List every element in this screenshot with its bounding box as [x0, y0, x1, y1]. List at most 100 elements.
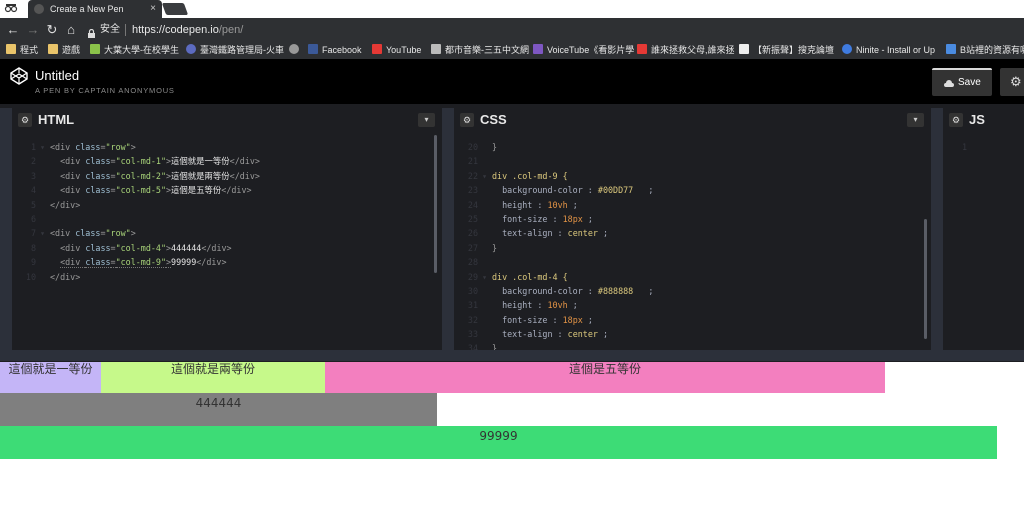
preview-col-md-5: 這個是五等份	[325, 362, 885, 393]
bookmark-item[interactable]: 臺灣鐵路管理局-火車	[186, 44, 284, 57]
tab-title: Create a New Pen	[50, 4, 124, 14]
codepen-favicon-icon	[34, 4, 44, 14]
code-line: 1 ▾ <div class="row">	[30, 142, 136, 152]
browser-tabstrip: Create a New Pen ×	[0, 0, 1024, 18]
bookmark-item[interactable]: 程式	[6, 44, 38, 57]
save-button[interactable]: Save	[932, 68, 992, 96]
site-icon	[946, 44, 956, 54]
url-input[interactable]: https://codepen.io/pen/	[132, 23, 243, 37]
code-line: 34 }	[467, 343, 498, 350]
back-arrow-icon[interactable]: ←	[6, 23, 20, 37]
code-line: 4 <div class="col-md-5">這個是五等份</div>	[30, 185, 252, 196]
code-line: 22 ▾ div .col-md-9 {	[467, 170, 568, 181]
html-pane-header: ⚙ HTML ▾	[12, 108, 442, 133]
code-line: 3 <div class="col-md-2">這個就是兩等份</div>	[30, 170, 260, 181]
bookmark-item[interactable]: 都市音樂-三五中文網	[431, 44, 529, 57]
js-pane-title: JS	[969, 112, 985, 127]
codepen-logo-icon[interactable]	[10, 67, 28, 85]
code-line: 31 height : 10vh ;	[467, 300, 578, 311]
settings-button[interactable]: ⚙	[1000, 68, 1024, 96]
preview-col-md-4: 444444	[0, 393, 437, 426]
html-scrollbar[interactable]	[434, 135, 437, 273]
lock-icon	[88, 25, 95, 38]
site-icon	[431, 44, 441, 54]
code-line: 33 text-align : center ;	[467, 329, 609, 340]
code-line: 7 ▾ <div class="row">	[30, 228, 136, 239]
bookmark-item[interactable]: VoiceTube《看影片學	[533, 44, 634, 57]
address-bar: ← → ↻ ⌂ 安全 https://codepen.io/pen/	[0, 18, 1024, 42]
site-icon	[842, 44, 852, 54]
save-label: Save	[958, 77, 981, 88]
site-icon	[739, 44, 749, 54]
code-line: 32 font-size : 18px ;	[467, 314, 593, 325]
bookmark-item[interactable]: B站裡的資源有哪些	[946, 44, 1024, 57]
forward-arrow-icon[interactable]: →	[26, 23, 40, 37]
code-line: 1	[961, 142, 967, 152]
preview-col-md-1: 這個就是一等份	[0, 362, 101, 393]
bookmark-item[interactable]: 遊戲	[48, 44, 80, 57]
js-code: 1	[943, 140, 1024, 154]
code-line: 30 background-color : #888888 ;	[467, 285, 654, 296]
code-line: 20 }	[467, 142, 498, 152]
browser-tab-active[interactable]: Create a New Pen ×	[28, 0, 162, 18]
bookmark-item[interactable]: 【新振聲】搜克論壇	[739, 44, 834, 57]
bookmark-item[interactable]: 大葉大學-在校學生	[90, 44, 179, 57]
bookmark-item[interactable]: 誰來拯救父母,誰來拯	[637, 44, 735, 57]
codepen-header: Untitled A PEN BY CAPTAIN ANONYMOUS Save…	[0, 59, 1024, 104]
editor-area: ⚙ HTML ▾ 1 ▾ <div class="row"> 2 <div clas…	[0, 108, 1024, 350]
site-icon	[90, 44, 100, 54]
url-separator	[125, 24, 126, 36]
site-icon	[186, 44, 196, 54]
facebook-icon	[308, 44, 318, 54]
bookmark-item[interactable]: Facebook	[308, 44, 362, 57]
url-path: /pen/	[218, 24, 244, 36]
reload-icon[interactable]: ↻	[45, 23, 59, 37]
code-line: 9 <div class="col-md-9">99999</div>	[30, 257, 227, 269]
js-settings-gear-icon[interactable]: ⚙	[949, 113, 963, 127]
pen-title[interactable]: Untitled	[35, 68, 79, 83]
code-line: 23 background-color : #00DD77 ;	[467, 185, 654, 196]
code-line: 10 </div>	[25, 271, 81, 282]
preview-col-md-9: 99999	[0, 426, 997, 459]
html-pane-collapse-chevron-icon[interactable]: ▾	[418, 113, 435, 127]
code-line: 2 <div class="col-md-1">這個就是一等份</div>	[30, 156, 260, 167]
preview-resize-handle[interactable]	[0, 350, 1024, 362]
code-line: 6	[30, 213, 36, 224]
css-scrollbar[interactable]	[924, 219, 927, 339]
code-line: 5 </div>	[30, 199, 81, 210]
code-line: 21	[467, 156, 478, 167]
css-settings-gear-icon[interactable]: ⚙	[460, 113, 474, 127]
bookmark-item[interactable]: YouTube	[372, 44, 421, 57]
html-code-editor[interactable]: 1 ▾ <div class="row"> 2 <div class="col-md…	[12, 133, 442, 350]
folder-icon	[48, 44, 58, 54]
tab-close-icon[interactable]: ×	[150, 2, 156, 16]
home-icon[interactable]: ⌂	[64, 23, 78, 37]
bookmark-item[interactable]	[289, 44, 303, 57]
js-editor-pane: ⚙ JS 1	[943, 108, 1024, 350]
new-tab-button[interactable]	[161, 3, 189, 15]
bookmark-item[interactable]: Ninite - Install or Up	[842, 44, 935, 57]
pane-resize-handle[interactable]	[442, 108, 454, 350]
secure-label: 安全	[100, 24, 120, 35]
pane-resize-handle[interactable]	[0, 108, 12, 350]
css-pane-collapse-chevron-icon[interactable]: ▾	[907, 113, 924, 127]
css-code: 20 } 21 22 ▾ div .col-md-9 { 23 background…	[454, 140, 931, 350]
url-host: https://codepen.io	[132, 24, 219, 36]
site-icon	[289, 44, 299, 54]
cloud-icon	[944, 79, 954, 87]
html-code: 1 ▾ <div class="row"> 2 <div class="col-md…	[12, 140, 442, 284]
css-pane-title: CSS	[480, 112, 507, 127]
pane-resize-handle[interactable]	[931, 108, 943, 350]
code-line: 26 text-align : center ;	[467, 228, 609, 239]
gear-icon: ⚙	[1010, 74, 1022, 89]
youtube-icon	[372, 44, 382, 54]
code-line: 25 font-size : 18px ;	[467, 213, 593, 224]
preview-output: 這個就是一等份 這個就是兩等份 這個是五等份 444444 99999	[0, 362, 1024, 508]
css-code-editor[interactable]: 20 } 21 22 ▾ div .col-md-9 { 23 background…	[454, 133, 931, 350]
code-line: 29 ▾ div .col-md-4 {	[467, 271, 568, 282]
site-icon	[637, 44, 647, 54]
html-settings-gear-icon[interactable]: ⚙	[18, 113, 32, 127]
preview-col-md-2: 這個就是兩等份	[101, 362, 325, 393]
js-pane-header: ⚙ JS	[943, 108, 1024, 133]
js-code-editor[interactable]: 1	[943, 133, 1024, 350]
